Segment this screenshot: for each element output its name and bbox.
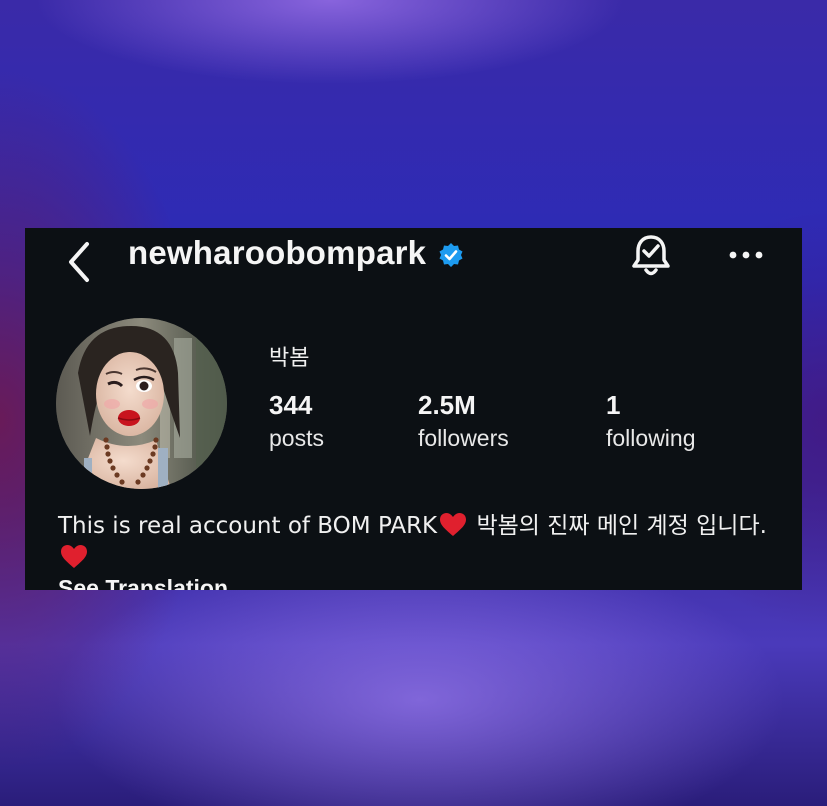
heart-emoji-icon — [440, 513, 467, 536]
username: newharoobompark — [128, 234, 427, 271]
profile-card: newharoobompark 박봄 344 posts 2.5M follow… — [25, 228, 802, 590]
followers-count: 2.5M — [418, 390, 476, 420]
notifications-button[interactable] — [629, 232, 673, 280]
avatar-photo — [56, 318, 227, 489]
chevron-left-icon — [69, 242, 89, 282]
bio-text-korean: 박봄의 진짜 메인 계정 입니다. — [469, 513, 767, 539]
more-options-button[interactable] — [725, 242, 769, 268]
following-label: following — [606, 425, 696, 451]
following-stat[interactable]: 1 following — [606, 388, 696, 454]
username-row: newharoobompark — [128, 234, 464, 272]
followers-label: followers — [418, 425, 509, 451]
following-count: 1 — [606, 390, 621, 420]
posts-count: 344 — [269, 390, 313, 420]
see-translation-link[interactable]: See Translation — [58, 572, 228, 590]
profile-avatar[interactable] — [56, 318, 227, 489]
posts-label: posts — [269, 425, 324, 451]
back-button[interactable] — [65, 236, 95, 288]
followers-stat[interactable]: 2.5M followers — [418, 388, 509, 454]
bell-check-icon — [632, 235, 670, 276]
bio-text-english: This is real account of BOM PARK — [58, 513, 438, 539]
profile-bio: This is real account of BOM PARK 박봄의 진짜 … — [58, 510, 778, 574]
verified-badge-icon — [439, 243, 463, 267]
display-name: 박봄 — [269, 346, 310, 371]
posts-stat[interactable]: 344 posts — [269, 388, 324, 454]
heart-emoji-icon — [61, 545, 87, 568]
more-horizontal-icon — [729, 251, 763, 259]
